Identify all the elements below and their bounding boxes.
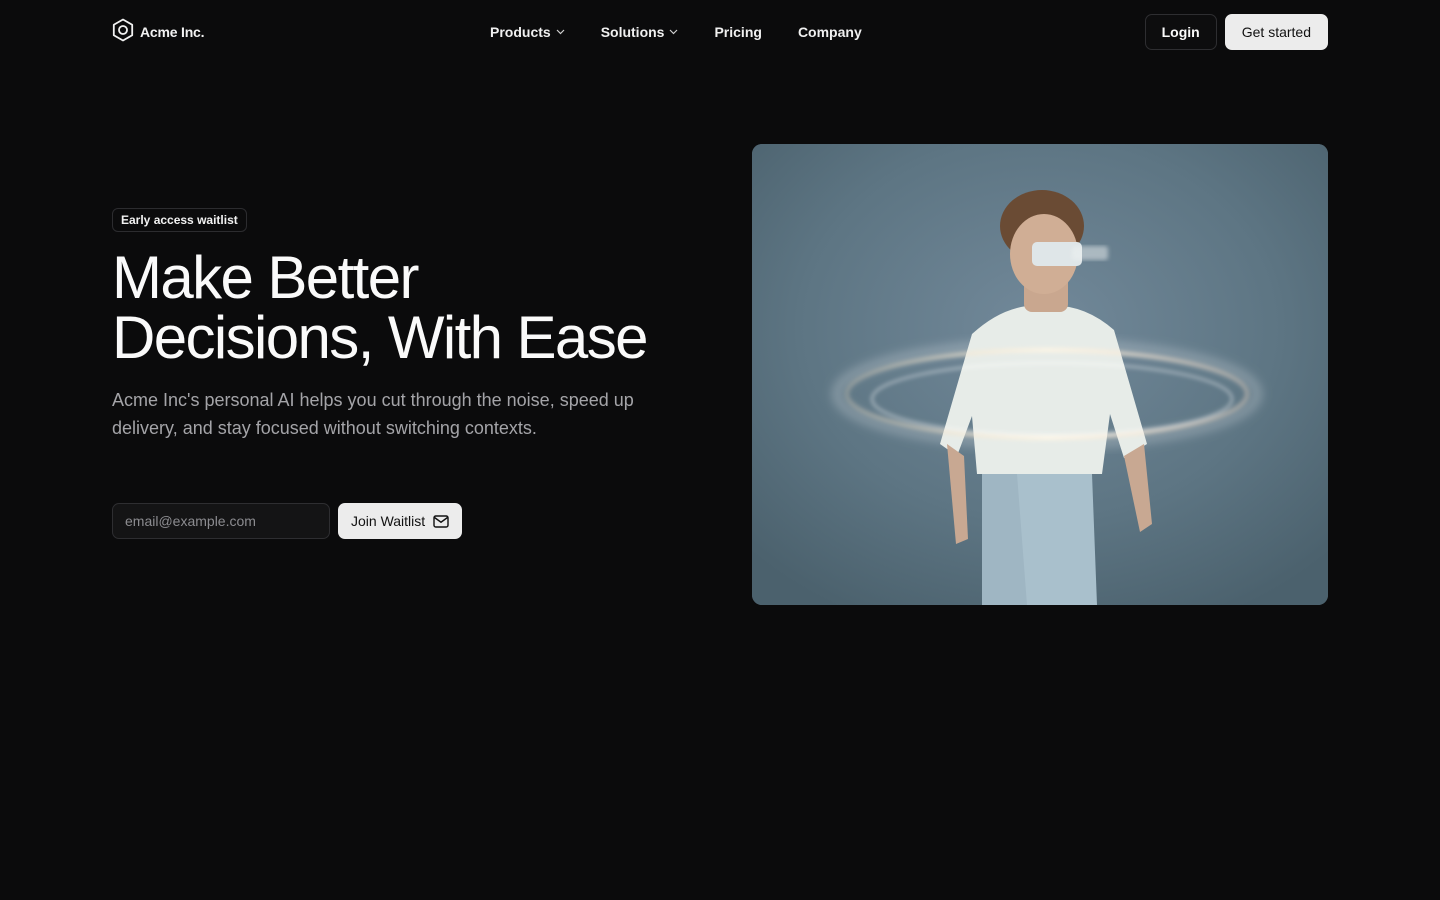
hero-content: Early access waitlist Make Better Decisi… [112,208,712,442]
email-input[interactable] [112,503,330,539]
nav-item-company[interactable]: Company [798,24,862,40]
login-button[interactable]: Login [1144,14,1217,50]
nav-item-label: Solutions [600,24,665,40]
hero-headline: Make Better Decisions, With Ease [112,248,712,368]
headline-line-2: Decisions, With Ease [112,304,648,371]
chevron-down-icon [556,29,565,35]
hero-image-vr-person [752,144,1328,605]
nav-item-label: Company [797,24,862,40]
nav-actions: Login Get started [1144,14,1328,50]
join-waitlist-button[interactable]: Join Waitlist [338,503,463,539]
headline-line-1: Make Better [112,244,419,311]
nav-item-pricing[interactable]: Pricing [714,24,761,40]
nav-item-label: Products [490,24,551,40]
mail-icon [433,514,449,528]
hexagon-logo-icon [112,18,134,47]
nav-item-solutions[interactable]: Solutions [601,24,679,40]
main-menu: Products Solutions Pricing Company [490,22,862,42]
waitlist-form: Join Waitlist [112,503,463,539]
nav-item-products[interactable]: Products [490,24,565,40]
join-waitlist-label: Join Waitlist [351,513,426,529]
get-started-button[interactable]: Get started [1224,14,1328,50]
early-access-badge: Early access waitlist [112,208,247,232]
nav-item-label: Pricing [714,24,762,40]
hero-subtitle: Acme Inc's personal AI helps you cut thr… [112,390,634,438]
brand-logo-link[interactable]: Acme Inc. [112,18,205,47]
brand-name: Acme Inc. [140,24,205,40]
top-navigation: Acme Inc. Products Solutions Pricing Com… [0,0,1440,64]
chevron-down-icon [670,29,678,35]
